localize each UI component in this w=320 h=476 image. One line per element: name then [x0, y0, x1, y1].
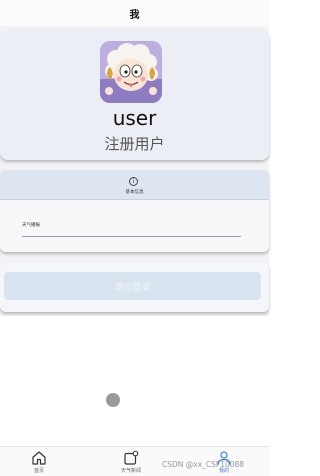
news-icon — [124, 450, 139, 465]
basic-info-header[interactable]: i 基本信息 — [0, 170, 269, 200]
floating-assistive-button[interactable] — [106, 393, 120, 407]
user-role: 注册用户 — [104, 135, 165, 153]
logout-button[interactable]: 退出登录 — [4, 272, 261, 300]
basic-info-title: 基本信息 — [125, 190, 144, 195]
profile-card: user 注册用户 — [0, 30, 269, 160]
watermark: CSDN @xx_CSF10088 — [162, 460, 245, 469]
cartoon-sheep-avatar-icon — [100, 41, 162, 103]
username: user — [112, 106, 157, 130]
info-icon: i — [129, 177, 138, 186]
avatar[interactable] — [100, 41, 162, 103]
page-title-bar: 我 — [0, 0, 269, 26]
logout-card: 退出登录 — [0, 262, 269, 312]
tab-weather-news-label: 天气新闻 — [120, 468, 141, 474]
tab-home[interactable]: 首页 — [9, 449, 69, 476]
basic-info-card: i 基本信息 天气播报 — [0, 170, 269, 252]
tab-weather-news[interactable]: 天气新闻 — [101, 449, 161, 476]
page-title: 我 — [129, 9, 140, 21]
home-icon — [32, 451, 46, 465]
weather-broadcast-field[interactable] — [22, 236, 241, 237]
tab-home-label: 首页 — [33, 468, 44, 474]
weather-broadcast-label: 天气播报 — [22, 223, 40, 228]
